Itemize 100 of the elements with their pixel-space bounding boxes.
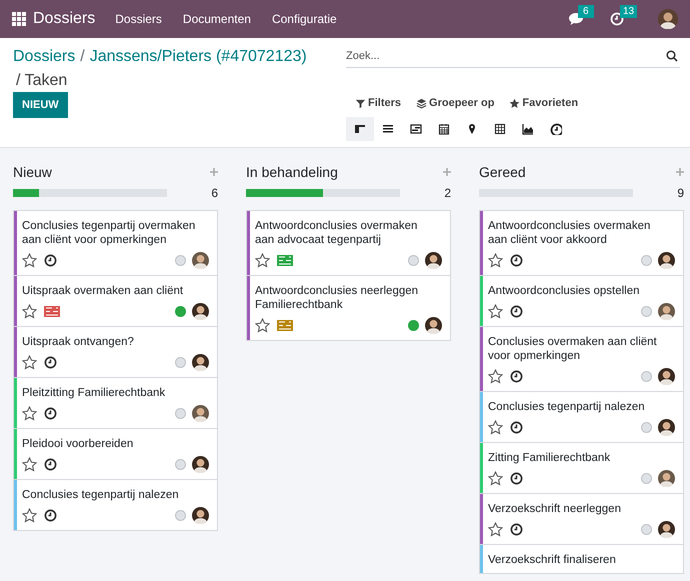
task-card[interactable]: Pleidooi voorbereiden — [14, 429, 217, 480]
kanban-icon — [354, 122, 366, 134]
menu-item[interactable]: Configuratie — [272, 10, 337, 28]
layers-icon — [416, 98, 428, 109]
task-card[interactable]: Pleitzitting Familierechtbank — [14, 378, 217, 429]
card-title: Antwoordconclusies opstellen — [488, 284, 641, 298]
column-title: Gereed — [479, 162, 526, 182]
filter-toggle[interactable]: Filters — [355, 95, 402, 112]
list-icon[interactable] — [277, 254, 293, 266]
clock-icon[interactable] — [510, 304, 523, 318]
clock-icon[interactable] — [44, 254, 57, 266]
breadcrumb-link[interactable]: Dossiers — [13, 46, 76, 68]
star-icon[interactable] — [22, 354, 37, 370]
card-title: Verzoekschrift neerleggen — [488, 502, 622, 516]
menu-item[interactable]: Dossiers — [115, 10, 162, 28]
clock-icon[interactable] — [510, 370, 523, 382]
star-icon[interactable] — [255, 252, 270, 268]
star-icon — [509, 98, 520, 109]
card-title: Conclusies overmaken aan cliënt voor opmerkingen — [488, 335, 658, 363]
task-card[interactable]: Uitspraak overmaken aan cliënt — [14, 276, 217, 327]
search-icon[interactable] — [666, 50, 678, 62]
avatar — [658, 252, 675, 268]
list-icon[interactable] — [277, 320, 293, 330]
funnel-icon — [355, 98, 366, 109]
star-icon[interactable] — [488, 420, 503, 434]
menu-item[interactable]: Documenten — [182, 10, 251, 28]
star-icon[interactable] — [22, 406, 37, 420]
star-icon[interactable] — [488, 522, 503, 536]
avatar — [658, 368, 675, 384]
task-card[interactable]: Conclusies tegenpartij nalezen — [480, 392, 683, 443]
apps-menu-icon[interactable] — [12, 12, 26, 26]
card-title: Zitting Familierechtbank — [488, 451, 612, 465]
avatar — [425, 316, 442, 334]
new-button[interactable]: NIEUW — [13, 92, 68, 118]
calendar-icon — [438, 122, 450, 134]
clock-icon[interactable] — [510, 472, 523, 484]
star-icon[interactable] — [488, 252, 503, 268]
column-count: 2 — [444, 185, 451, 202]
task-card[interactable]: Antwoordconclusies opstellen — [480, 276, 683, 327]
avatar — [192, 404, 209, 422]
task-card[interactable]: Zitting Familierechtbank — [480, 443, 683, 494]
clock-icon[interactable] — [510, 254, 523, 266]
avatar — [425, 252, 442, 268]
task-card[interactable]: Antwoordconclusies overmaken aan cliënt voor akkoord — [480, 211, 683, 276]
card-title: Verzoekschrift finaliseren — [488, 553, 617, 567]
breadcrumb-link[interactable]: Janssens/Pieters (#47072123) — [90, 46, 307, 68]
breadcrumb-separator: / — [80, 47, 85, 67]
task-card[interactable]: Antwoordconclusies neerleggen Familierechtbank — [247, 276, 450, 341]
area-chart-icon — [522, 122, 534, 134]
clock-icon[interactable] — [44, 458, 57, 470]
card-title: Antwoordconclusies overmaken aan cliënt voor akkoord — [488, 219, 652, 247]
task-card[interactable]: Verzoekschrift neerleggen — [480, 494, 683, 545]
star-icon[interactable] — [488, 470, 503, 486]
task-card[interactable]: Conclusies tegenpartij nalezen — [14, 480, 217, 531]
star-icon[interactable] — [255, 318, 270, 332]
card-title: Uitspraak ontvangen? — [22, 335, 135, 349]
star-icon[interactable] — [22, 304, 37, 318]
search-field[interactable]: Zoek... — [346, 44, 666, 67]
clock-icon[interactable] — [510, 522, 523, 536]
card-title: Conclusies tegenpartij nalezen — [22, 488, 180, 502]
star-icon[interactable] — [22, 456, 37, 472]
count-badge: 13 — [620, 5, 638, 18]
star-icon[interactable] — [488, 368, 503, 384]
avatar — [658, 302, 675, 320]
avatar — [192, 354, 209, 370]
avatar — [192, 252, 209, 268]
list-icon[interactable] — [44, 306, 60, 316]
avatar — [658, 418, 675, 436]
task-card[interactable]: Antwoordconclusies overmaken aan advocaat tegenpartij — [247, 211, 450, 276]
filter-toggle[interactable]: Groepeer op — [416, 95, 494, 112]
filter-toggle[interactable]: Favorieten — [509, 95, 578, 112]
clock-icon[interactable] — [44, 406, 57, 420]
card-title: Uitspraak overmaken aan cliënt — [22, 284, 184, 298]
clock-icon[interactable] — [510, 420, 523, 434]
card-title: Conclusies tegenpartij nalezen — [488, 400, 646, 414]
task-card[interactable]: Uitspraak ontvangen? — [14, 327, 217, 378]
count-badge: 6 — [578, 5, 594, 18]
app-title[interactable]: Dossiers — [33, 7, 96, 31]
task-card[interactable]: Conclusies overmaken aan cliënt voor opmerkingen — [480, 327, 683, 392]
list-icon — [382, 122, 394, 134]
avatar — [658, 520, 675, 538]
avatar — [658, 470, 675, 486]
breadcrumb-current: / Taken — [15, 71, 68, 91]
star-icon[interactable] — [22, 252, 37, 268]
task-card[interactable]: Conclusies tegenpartij overmaken aan cliënt voor opmerkingen — [14, 211, 217, 276]
avatar — [192, 302, 209, 320]
star-icon[interactable] — [488, 304, 503, 318]
column-title: In behandeling — [246, 162, 338, 182]
card-title: Pleidooi voorbereiden — [22, 437, 134, 451]
clock-icon[interactable] — [44, 356, 57, 368]
card-title: Pleitzitting Familierechtbank — [22, 386, 166, 400]
card-title: Antwoordconclusies neerleggen Familierechtbank — [255, 284, 420, 312]
column-count: 6 — [211, 185, 218, 202]
star-icon[interactable] — [22, 508, 37, 522]
view-switch-button[interactable] — [346, 116, 374, 140]
gantt-icon — [410, 122, 422, 134]
task-card[interactable]: Verzoekschrift finaliseren — [480, 545, 683, 574]
column-count: 9 — [677, 185, 684, 202]
clock-icon[interactable] — [44, 508, 57, 522]
avatar — [658, 9, 678, 29]
